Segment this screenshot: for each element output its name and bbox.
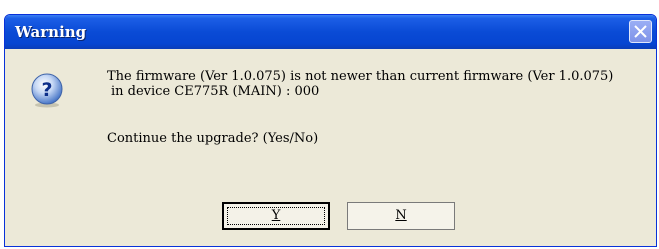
title-bar[interactable]: Warning — [5, 15, 656, 49]
window-title: Warning — [15, 23, 87, 41]
message-line-2: in device CE775R (MAIN) : 000 — [111, 84, 320, 99]
focus-rectangle — [227, 207, 325, 225]
no-button[interactable]: N — [347, 202, 455, 230]
close-button[interactable] — [629, 20, 652, 43]
question-icon: ? — [31, 73, 63, 108]
close-icon — [634, 25, 647, 38]
message-line-1: The firmware (Ver 1.0.075) is not newer … — [107, 69, 614, 84]
svg-text:?: ? — [41, 79, 52, 101]
warning-message: The firmware (Ver 1.0.075) is not newer … — [107, 69, 613, 99]
no-button-label: N — [395, 208, 407, 223]
confirm-question: Continue the upgrade? (Yes/No) — [107, 131, 319, 146]
yes-button[interactable]: Y — [222, 202, 330, 230]
warning-dialog: Warning ? The firmware (Ver 1.0.075) is … — [4, 14, 657, 247]
